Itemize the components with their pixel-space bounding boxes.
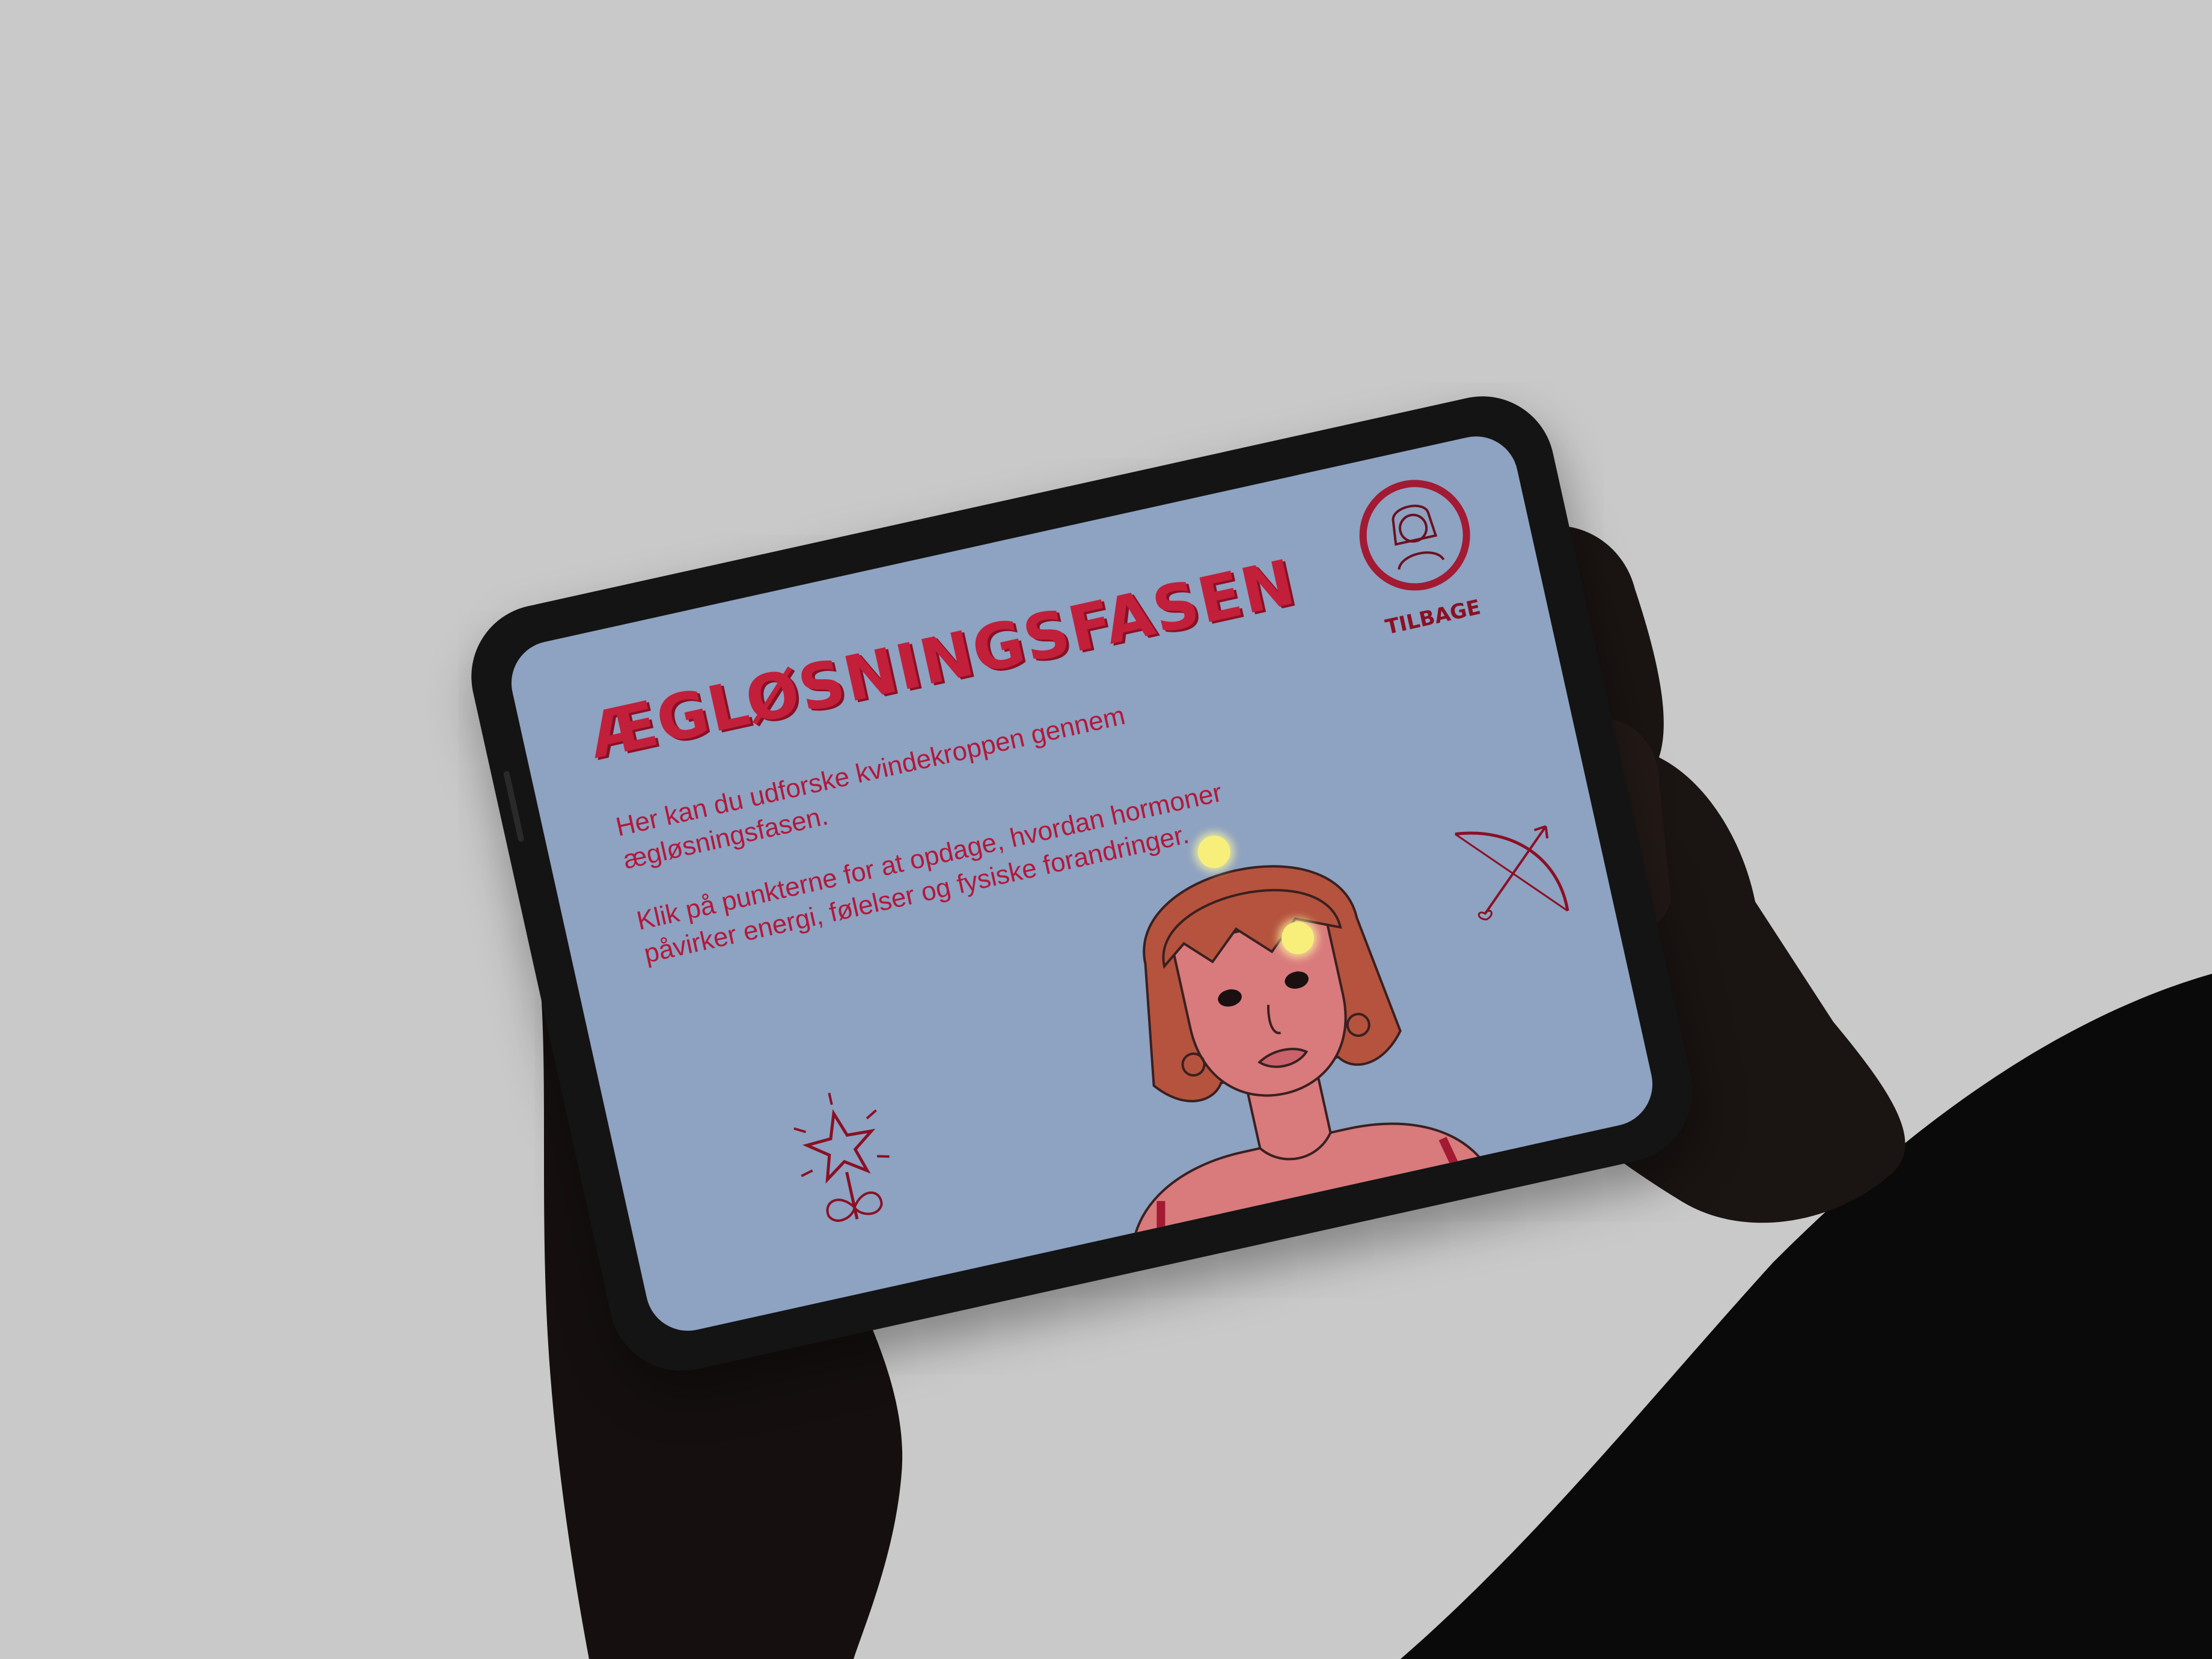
- back-avatar-icon: [1359, 480, 1470, 591]
- back-button[interactable]: TILBAGE: [1343, 463, 1494, 642]
- bow-arrow-icon: [1455, 825, 1569, 921]
- woman-illustration: [1130, 865, 1497, 1265]
- mockup-scene: ÆGLØSNINGSFASEN Her kan du udforske kvin…: [0, 0, 2212, 1659]
- side-button: [503, 770, 525, 843]
- star-flower-icon: [793, 1092, 890, 1222]
